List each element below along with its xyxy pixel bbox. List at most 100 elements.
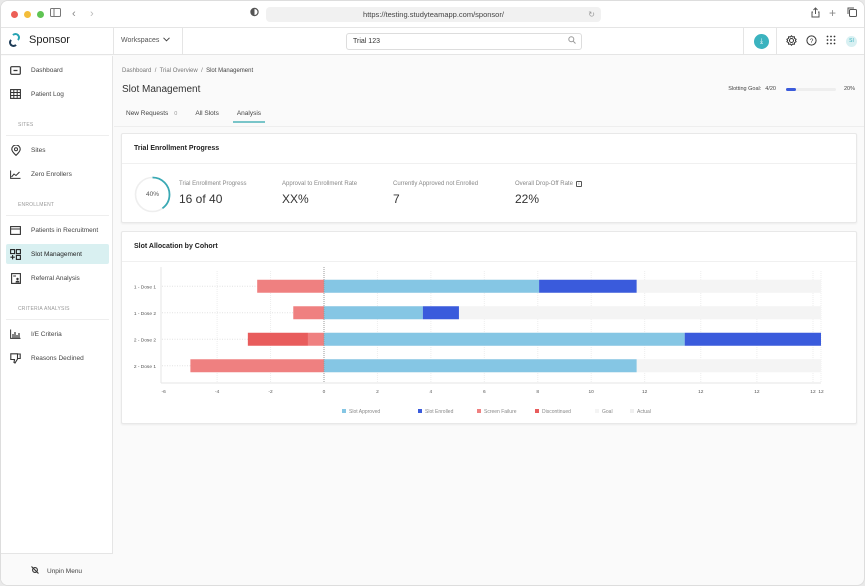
legend-label: Discontinued	[542, 409, 571, 415]
bar-chart-icon	[10, 329, 21, 340]
minimize-window-button[interactable]	[24, 11, 31, 18]
tab-label: All Slots	[195, 110, 219, 117]
sidebar-item-ie-criteria[interactable]: I/E Criteria	[6, 324, 109, 344]
slotting-goal: Slotting Goal: 4/20 20%	[728, 86, 855, 92]
sidebar-item-label: Dashboard	[31, 66, 63, 74]
download-icon: ⤓	[759, 38, 764, 45]
slot-allocation-chart: 1 - Dose 1 1 - Dose 2 2 - Dose 2 2 - Dose 1…	[134, 267, 824, 415]
x-tick-label: 0	[323, 389, 326, 395]
sidebar-section-enrollment: ENROLLMENT	[18, 202, 55, 208]
sidebar-item-referral-analysis[interactable]: Referral Analysis	[6, 268, 109, 288]
card-title: Trial Enrollment Progress	[122, 134, 856, 164]
brand[interactable]: Sponsor	[9, 33, 70, 47]
bar-screen-failure	[257, 279, 324, 293]
workspaces-label: Workspaces	[121, 37, 160, 44]
address-bar[interactable]: https://testing.studyteamapp.com/sponsor…	[266, 7, 601, 22]
y-tick-label: 1 - Dose 2	[134, 311, 156, 317]
sidebar-item-patients-in-recruitment[interactable]: Patients in Recruitment	[6, 220, 109, 240]
main-content: Dashboard / Trial Overview / Slot Manage…	[114, 56, 864, 585]
breadcrumb-current: Slot Management	[206, 68, 254, 74]
sidebar-divider	[6, 135, 109, 136]
sidebar-item-slot-management[interactable]: Slot Management	[6, 244, 109, 264]
bar-slot-approved	[323, 306, 423, 320]
bar-slot-enrolled	[539, 279, 637, 293]
y-tick-label: 2 - Dose 2	[134, 337, 156, 343]
sidebar-item-sites[interactable]: Sites	[6, 140, 109, 160]
sidebar-item-label: Slot Management	[31, 250, 82, 258]
window-icon	[10, 225, 21, 236]
slotting-goal-progress-bar	[785, 87, 836, 91]
sidebar-item-zero-enrollers[interactable]: Zero Enrollers	[6, 164, 109, 184]
sidebar-item-label: Patient Log	[31, 90, 64, 98]
search-icon[interactable]	[568, 34, 576, 49]
bar-slot-enrolled	[684, 332, 821, 346]
breadcrumb-dashboard[interactable]: Dashboard	[122, 68, 151, 74]
help-icon[interactable]: ?	[806, 35, 817, 50]
breadcrumb-trial-overview[interactable]: Trial Overview	[160, 68, 198, 74]
trial-search-input[interactable]: Trial 123	[346, 33, 582, 50]
browser-toolbar: ‹ › https://testing.studyteamapp.com/spo…	[1, 1, 864, 28]
tab-analysis[interactable]: Analysis	[232, 107, 266, 123]
x-tick-label: -4	[215, 389, 220, 395]
sidebar-item-patient-log[interactable]: Patient Log	[6, 84, 109, 104]
back-icon[interactable]: ‹	[72, 7, 76, 21]
stat-overall-drop-off-rate: Overall Drop-Off Rate i 22%	[515, 181, 582, 206]
bar-slot-enrolled	[422, 306, 459, 320]
workspaces-dropdown[interactable]: Workspaces	[121, 37, 171, 44]
user-avatar[interactable]: SI	[846, 36, 857, 47]
unpin-icon	[31, 566, 39, 576]
tabs-divider	[114, 126, 864, 127]
tabs-icon[interactable]	[847, 7, 857, 21]
slotting-goal-percent: 20%	[843, 86, 855, 92]
y-tick-label: 2 - Dose 1	[134, 364, 156, 370]
brand-name: Sponsor	[29, 34, 70, 46]
legend-swatch	[630, 409, 634, 413]
sidebar-item-reasons-declined[interactable]: Reasons Declined	[6, 348, 109, 368]
legend-swatch	[477, 409, 481, 413]
unpin-menu-button[interactable]: Unpin Menu	[31, 566, 82, 576]
sidebar-item-label: Reasons Declined	[31, 354, 84, 362]
line-chart-icon	[10, 169, 21, 180]
new-tab-icon[interactable]: +	[829, 7, 836, 19]
report-user-icon	[10, 272, 21, 284]
sidebar-section-sites: SITES	[18, 122, 34, 128]
grid-add-icon	[10, 248, 21, 260]
legend-label: Actual	[637, 409, 651, 415]
stat-value: 7	[393, 192, 400, 206]
download-button[interactable]: ⤓	[754, 34, 769, 49]
header-divider	[182, 28, 183, 55]
close-window-button[interactable]	[11, 11, 18, 18]
info-icon[interactable]: i	[575, 181, 582, 187]
reload-icon[interactable]: ↻	[588, 7, 595, 22]
x-tick-label: 4	[430, 389, 433, 395]
ring-percent-label: 40%	[145, 191, 159, 198]
window-controls	[11, 11, 44, 18]
apps-grid-icon[interactable]	[826, 35, 836, 49]
forward-icon[interactable]: ›	[90, 7, 94, 21]
unpin-label: Unpin Menu	[47, 567, 83, 575]
sidebar-footer: Unpin Menu	[1, 553, 113, 585]
maximize-window-button[interactable]	[37, 11, 44, 18]
sidebar-item-label: Sites	[31, 146, 46, 154]
slot-allocation-card: Slot Allocation by Cohort 1 - Dose 11 - …	[121, 231, 857, 424]
sidebar-toggle-icon[interactable]	[50, 7, 61, 21]
bar-screen-failure	[190, 359, 324, 373]
tab-new-requests[interactable]: New Requests 0	[122, 107, 181, 123]
browser-window: ‹ › https://testing.studyteamapp.com/spo…	[0, 0, 865, 586]
settings-gear-icon[interactable]	[786, 35, 797, 50]
tab-all-slots[interactable]: All Slots	[191, 107, 222, 123]
share-icon[interactable]	[811, 7, 820, 22]
sidebar-item-label: I/E Criteria	[31, 330, 62, 338]
x-tick-label: 12	[754, 389, 760, 395]
breadcrumb-separator: /	[153, 68, 159, 74]
sidebar-divider	[6, 319, 109, 320]
legend-label: Goal	[602, 409, 613, 415]
legend-swatch	[535, 409, 539, 413]
tab-bar: New Requests 0 All Slots Analysis	[122, 107, 275, 123]
sidebar: Dashboard Patient Log SITES Sites Zero E…	[1, 56, 113, 585]
sidebar-item-dashboard[interactable]: Dashboard	[6, 60, 109, 80]
header-divider	[743, 28, 744, 55]
tab-count-badge: 0	[174, 111, 178, 117]
bar-slot-approved	[323, 332, 685, 346]
x-tick-label: 2	[376, 389, 379, 395]
